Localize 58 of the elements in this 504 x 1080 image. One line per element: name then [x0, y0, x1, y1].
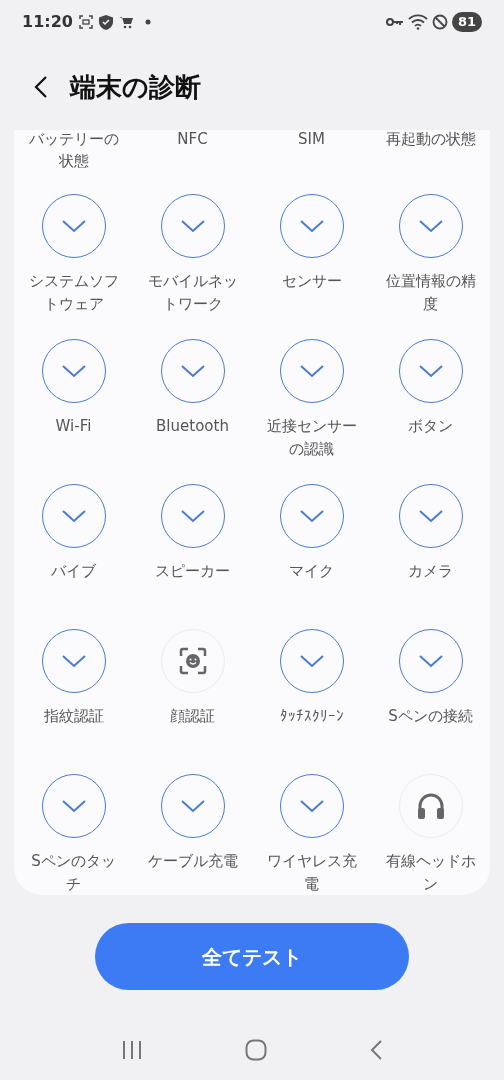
status-time: 11:20: [22, 11, 73, 33]
test-label: システムソフトウェア: [27, 271, 120, 315]
check-icon: [417, 218, 444, 234]
check-icon: [298, 798, 325, 814]
test-label: Bluetooth: [155, 416, 230, 437]
test-all-button[interactable]: 全てテスト: [95, 923, 409, 990]
test-label: 近接センサーの認識: [265, 416, 358, 460]
check-icon: [60, 798, 87, 814]
check-icon: [298, 363, 325, 379]
key-icon: [385, 17, 404, 27]
test-label: バイブ: [50, 561, 97, 582]
test-label: Wi-Fi: [54, 416, 93, 437]
test-label: ワイヤレス充電: [265, 851, 358, 895]
shield-icon: [98, 14, 113, 30]
check-icon: [60, 653, 87, 669]
test-label: 指紋認証: [42, 706, 105, 727]
check-icon: [60, 508, 87, 524]
test-label: カメラ: [407, 561, 454, 582]
test-label: スピーカー: [154, 561, 231, 582]
test-label: 位置情報の精度: [384, 271, 477, 315]
check-icon: [298, 508, 325, 524]
recent-apps-icon[interactable]: [121, 1040, 143, 1060]
test-label: ボタン: [407, 416, 454, 437]
screenshot-icon: [78, 15, 93, 29]
check-icon: [298, 653, 325, 669]
back-icon[interactable]: [34, 75, 48, 99]
test-label: 再起動の状態: [384, 129, 477, 150]
check-icon: [179, 508, 206, 524]
dot-icon: [144, 19, 151, 25]
page-title: 端末の診断: [70, 70, 201, 104]
test-label: ﾀｯﾁｽｸﾘｰﾝ: [278, 706, 345, 727]
test-label: モバイルネットワーク: [146, 271, 239, 315]
do-not-disturb-icon: [431, 14, 448, 30]
check-icon: [60, 218, 87, 234]
test-label: センサー: [280, 271, 343, 292]
headphones-icon: [415, 792, 446, 820]
test-label: 顔認証: [169, 706, 216, 727]
check-icon: [179, 798, 206, 814]
check-icon: [298, 218, 325, 234]
battery-level: 81: [451, 12, 482, 32]
check-icon: [417, 653, 444, 669]
check-icon: [417, 363, 444, 379]
test-label: Sペンの接続: [387, 706, 474, 727]
test-label: ケーブル充電: [146, 851, 239, 872]
cart-icon: [118, 15, 133, 29]
test-label: 有線ヘッドホン: [384, 851, 477, 895]
wifi-icon: [407, 14, 428, 30]
check-icon: [417, 508, 444, 524]
test-label: SIM: [297, 129, 326, 150]
test-label: マイク: [288, 561, 335, 582]
test-label: Sペンのタッチ: [30, 851, 117, 895]
test-label: バッテリーの状態: [27, 129, 120, 172]
face-scan-icon: [178, 647, 207, 675]
check-icon: [179, 363, 206, 379]
check-icon: [179, 218, 206, 234]
test-label: NFC: [176, 129, 209, 150]
check-icon: [60, 363, 87, 379]
home-icon[interactable]: [245, 1039, 267, 1061]
